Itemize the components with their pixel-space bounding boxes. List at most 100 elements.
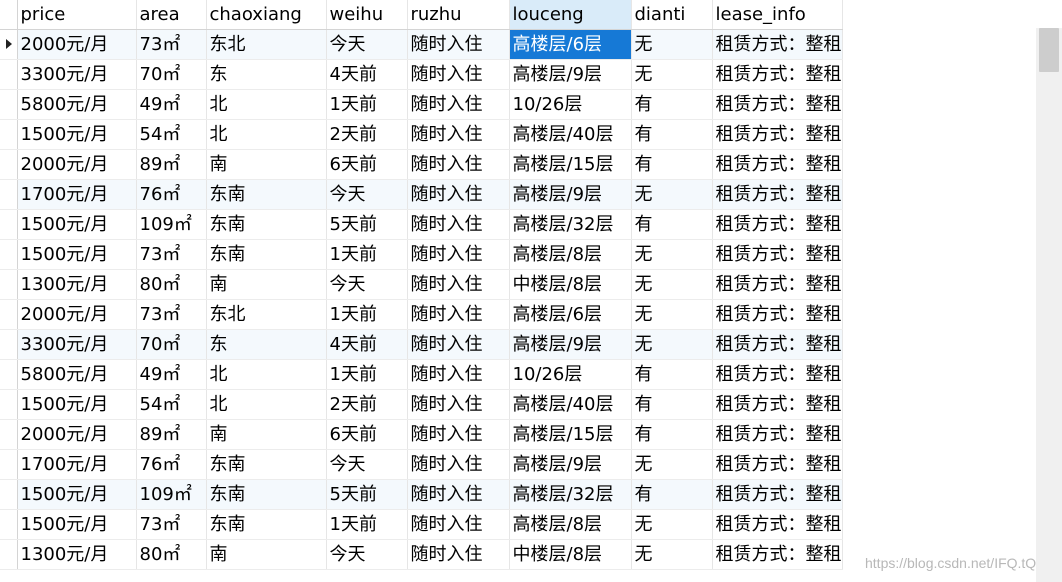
cell-louceng[interactable]: 高楼层/15层 [509, 149, 632, 180]
cell-weihu[interactable]: 1天前 [326, 359, 408, 390]
cell-price[interactable]: 1700元/月 [17, 179, 137, 210]
table-row[interactable]: 1500元/月 73㎡ 东南 1天前 随时入住 高楼层/8层无租赁方式：整租 [0, 509, 843, 540]
cell-area[interactable]: 109㎡ [136, 479, 207, 510]
cell-lease-info[interactable]: 租赁方式：整租 [712, 539, 843, 570]
cell-dianti[interactable]: 有 [631, 389, 713, 420]
cell-area[interactable]: 73㎡ [136, 29, 207, 60]
cell-louceng[interactable]: 高楼层/6层 [509, 299, 632, 330]
cell-ruzhu[interactable]: 随时入住 [407, 149, 510, 180]
cell-ruzhu[interactable]: 随时入住 [407, 269, 510, 300]
cell-louceng[interactable]: 高楼层/9层 [509, 449, 632, 480]
row-indicator[interactable] [0, 329, 18, 360]
cell-price[interactable]: 3300元/月 [17, 59, 137, 90]
cell-ruzhu[interactable]: 随时入住 [407, 299, 510, 330]
row-indicator[interactable] [0, 269, 18, 300]
cell-price[interactable]: 5800元/月 [17, 89, 137, 120]
cell-dianti[interactable]: 无 [631, 539, 713, 570]
cell-area[interactable]: 89㎡ [136, 149, 207, 180]
scrollbar-thumb[interactable] [1039, 28, 1059, 72]
cell-chaoxiang[interactable]: 东北 [206, 299, 327, 330]
cell-ruzhu[interactable]: 随时入住 [407, 449, 510, 480]
cell-chaoxiang[interactable]: 北 [206, 89, 327, 120]
cell-area[interactable]: 80㎡ [136, 539, 207, 570]
cell-lease-info[interactable]: 租赁方式：整租 [712, 389, 843, 420]
cell-lease-info[interactable]: 租赁方式：整租 [712, 149, 843, 180]
row-indicator[interactable] [0, 209, 18, 240]
cell-lease-info[interactable]: 租赁方式：整租 [712, 269, 843, 300]
cell-area[interactable]: 54㎡ [136, 389, 207, 420]
cell-dianti[interactable]: 无 [631, 59, 713, 90]
cell-price[interactable]: 1500元/月 [17, 509, 137, 540]
cell-ruzhu[interactable]: 随时入住 [407, 239, 510, 270]
cell-area[interactable]: 73㎡ [136, 299, 207, 330]
table-row[interactable]: 1500元/月 109㎡ 东南 5天前 随时入住 高楼层/32层有租赁方式：整租 [0, 209, 843, 240]
cell-chaoxiang[interactable]: 东南 [206, 239, 327, 270]
cell-chaoxiang[interactable]: 北 [206, 389, 327, 420]
cell-dianti[interactable]: 有 [631, 209, 713, 240]
table-row[interactable]: 5800元/月 49㎡北 1天前 随时入住 10/26层有租赁方式：整租 [0, 359, 843, 390]
cell-lease-info[interactable]: 租赁方式：整租 [712, 89, 843, 120]
cell-ruzhu[interactable]: 随时入住 [407, 59, 510, 90]
cell-weihu[interactable]: 5天前 [326, 209, 408, 240]
cell-area[interactable]: 109㎡ [136, 209, 207, 240]
cell-dianti[interactable]: 无 [631, 449, 713, 480]
cell-price[interactable]: 2000元/月 [17, 299, 137, 330]
cell-chaoxiang[interactable]: 南 [206, 149, 327, 180]
cell-price[interactable]: 1500元/月 [17, 239, 137, 270]
cell-ruzhu[interactable]: 随时入住 [407, 419, 510, 450]
cell-dianti[interactable]: 有 [631, 149, 713, 180]
cell-louceng[interactable]: 高楼层/32层 [509, 479, 632, 510]
column-header-ruzhu[interactable]: ruzhu [407, 0, 510, 30]
cell-ruzhu[interactable]: 随时入住 [407, 479, 510, 510]
row-indicator[interactable] [0, 149, 18, 180]
cell-price[interactable]: 1500元/月 [17, 119, 137, 150]
table-row[interactable]: 1300元/月 80㎡南今天 随时入住 中楼层/8层无租赁方式：整租 [0, 539, 843, 570]
row-indicator[interactable] [0, 29, 18, 60]
cell-lease-info[interactable]: 租赁方式：整租 [712, 479, 843, 510]
cell-weihu[interactable]: 4天前 [326, 59, 408, 90]
cell-chaoxiang[interactable]: 东南 [206, 509, 327, 540]
cell-weihu[interactable]: 1天前 [326, 239, 408, 270]
row-indicator[interactable] [0, 449, 18, 480]
cell-weihu[interactable]: 今天 [326, 539, 408, 570]
cell-lease-info[interactable]: 租赁方式：整租 [712, 449, 843, 480]
row-indicator[interactable] [0, 389, 18, 420]
cell-dianti[interactable]: 无 [631, 269, 713, 300]
column-header-dianti[interactable]: dianti [631, 0, 713, 30]
cell-louceng[interactable]: 高楼层/15层 [509, 419, 632, 450]
cell-price[interactable]: 3300元/月 [17, 329, 137, 360]
cell-lease-info[interactable]: 租赁方式：整租 [712, 119, 843, 150]
cell-price[interactable]: 2000元/月 [17, 29, 137, 60]
cell-chaoxiang[interactable]: 南 [206, 539, 327, 570]
cell-louceng[interactable]: 高楼层/40层 [509, 389, 632, 420]
cell-louceng[interactable]: 10/26层 [509, 89, 632, 120]
cell-dianti[interactable]: 无 [631, 509, 713, 540]
table-row[interactable]: 1500元/月 109㎡ 东南 5天前 随时入住 高楼层/32层有租赁方式：整租 [0, 479, 843, 510]
cell-dianti[interactable]: 有 [631, 89, 713, 120]
cell-ruzhu[interactable]: 随时入住 [407, 329, 510, 360]
cell-weihu[interactable]: 今天 [326, 449, 408, 480]
cell-weihu[interactable]: 2天前 [326, 389, 408, 420]
cell-chaoxiang[interactable]: 东南 [206, 449, 327, 480]
cell-ruzhu[interactable]: 随时入住 [407, 29, 510, 60]
cell-louceng[interactable]: 高楼层/9层 [509, 179, 632, 210]
cell-ruzhu[interactable]: 随时入住 [407, 359, 510, 390]
table-row[interactable]: 2000元/月 73㎡ 东北 1天前 随时入住 高楼层/6层无租赁方式：整租 [0, 299, 843, 330]
cell-area[interactable]: 54㎡ [136, 119, 207, 150]
cell-ruzhu[interactable]: 随时入住 [407, 389, 510, 420]
row-indicator[interactable] [0, 239, 18, 270]
cell-price[interactable]: 1500元/月 [17, 209, 137, 240]
row-indicator[interactable] [0, 89, 18, 120]
cell-louceng[interactable]: 高楼层/40层 [509, 119, 632, 150]
cell-area[interactable]: 70㎡ [136, 59, 207, 90]
cell-louceng[interactable]: 中楼层/8层 [509, 269, 632, 300]
cell-area[interactable]: 76㎡ [136, 179, 207, 210]
row-indicator[interactable] [0, 359, 18, 390]
cell-dianti[interactable]: 有 [631, 359, 713, 390]
cell-weihu[interactable]: 今天 [326, 269, 408, 300]
cell-chaoxiang[interactable]: 东 [206, 59, 327, 90]
cell-area[interactable]: 73㎡ [136, 239, 207, 270]
cell-chaoxiang[interactable]: 北 [206, 119, 327, 150]
cell-area[interactable]: 76㎡ [136, 449, 207, 480]
table-row[interactable]: 2000元/月 73㎡ 东北 今天 随时入住 高楼层/6层无租赁方式：整租 [0, 29, 843, 60]
